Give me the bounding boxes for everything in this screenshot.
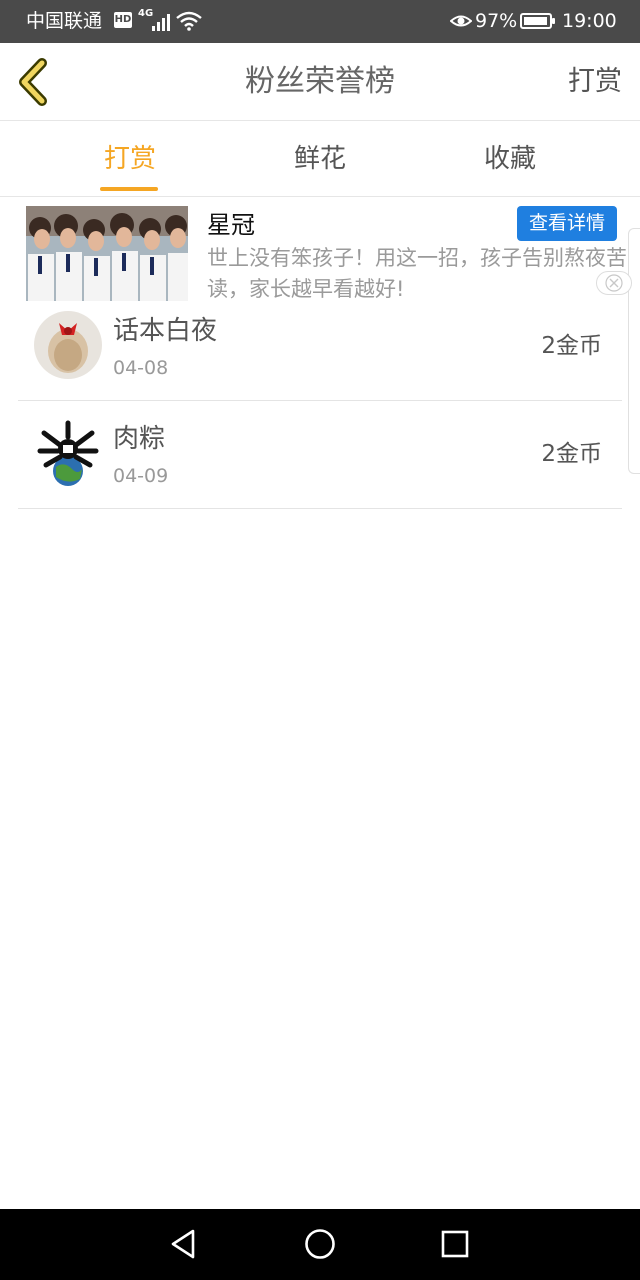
nav-recents-button[interactable] — [437, 1226, 473, 1262]
carrier-label: 中国联通 — [26, 10, 103, 32]
tab-flowers-label: 鲜花 — [293, 144, 346, 174]
circle-home-icon — [305, 1229, 335, 1259]
tab-active-indicator — [100, 187, 158, 191]
avatar — [34, 419, 102, 487]
donor-list: 话本白夜 04-08 2金币 肉粽 04-09 2金币 — [18, 293, 622, 509]
donor-date: 04-09 — [113, 465, 169, 487]
avatar — [34, 311, 102, 379]
tab-favorites-label: 收藏 — [483, 144, 536, 174]
hd-badge: HD — [114, 12, 132, 28]
triangle-back-icon — [171, 1229, 195, 1259]
tab-bar: 打赏 鲜花 收藏 — [0, 121, 640, 197]
nav-home-button[interactable] — [302, 1226, 338, 1262]
network-type-label: 4G — [138, 8, 154, 19]
donor-date: 04-08 — [113, 357, 169, 379]
side-drawer-handle[interactable] — [628, 228, 640, 474]
tab-favorites[interactable]: 收藏 — [450, 121, 570, 197]
list-item[interactable]: 肉粽 04-09 2金币 — [18, 401, 622, 509]
list-item[interactable]: 话本白夜 04-08 2金币 — [18, 293, 622, 401]
ad-image[interactable] — [26, 206, 188, 301]
ad-close-button[interactable] — [596, 271, 632, 295]
donor-amount: 2金币 — [541, 333, 602, 359]
square-recents-icon — [441, 1230, 469, 1258]
ad-title: 星冠 — [207, 211, 255, 239]
tab-reward[interactable]: 打赏 — [70, 121, 190, 197]
system-nav-bar — [0, 1209, 640, 1280]
battery-icon — [520, 13, 555, 29]
status-bar: 中国联通 HD 4G 97% 19:00 — [0, 0, 640, 43]
view-details-button[interactable]: 查看详情 — [517, 206, 617, 241]
signal-icon — [152, 13, 172, 31]
donor-name: 肉粽 — [113, 424, 166, 454]
tab-flowers[interactable]: 鲜花 — [260, 121, 380, 197]
eye-comfort-icon — [449, 12, 473, 34]
page-title: 粉丝荣誉榜 — [245, 64, 395, 99]
wifi-icon — [176, 11, 202, 35]
clock: 19:00 — [562, 10, 617, 32]
ad-banner[interactable]: 星冠 世上没有笨孩子！用这一招，孩子告别熬夜苦读，家长越早看越好! 查看详情 — [0, 197, 640, 303]
app-header: 粉丝荣誉榜 打赏 — [0, 43, 640, 121]
nav-back-button[interactable] — [165, 1226, 201, 1262]
reward-button[interactable]: 打赏 — [568, 63, 622, 101]
donor-name: 话本白夜 — [113, 316, 218, 346]
tab-reward-label: 打赏 — [103, 144, 156, 174]
donor-amount: 2金币 — [541, 441, 602, 467]
close-icon — [605, 274, 623, 292]
battery-fill — [524, 17, 547, 25]
battery-percent: 97% — [475, 10, 518, 32]
